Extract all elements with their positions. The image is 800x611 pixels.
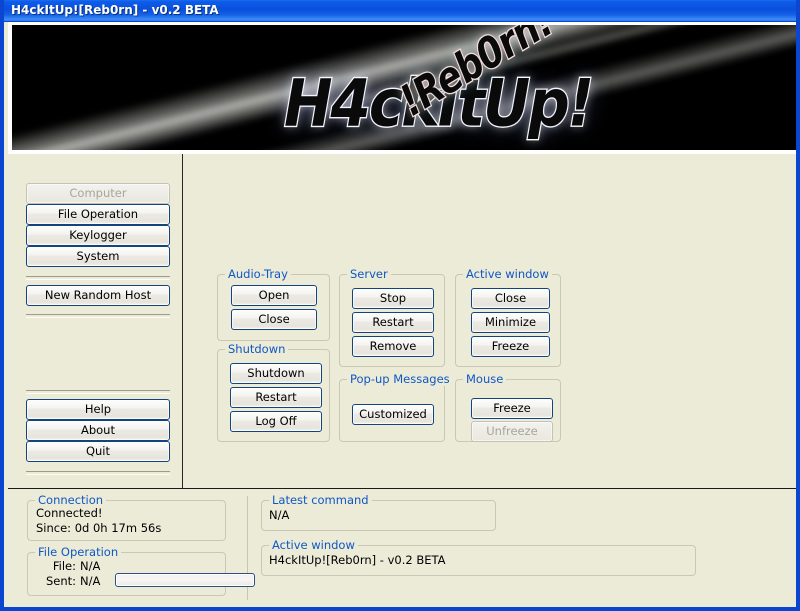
quit-button[interactable]: Quit bbox=[26, 441, 170, 462]
sidebar: Computer File Operation Keylogger System… bbox=[8, 154, 182, 488]
mouse-unfreeze-button[interactable]: Unfreeze bbox=[471, 421, 553, 442]
shutdown-restart-button[interactable]: Restart bbox=[230, 387, 322, 408]
server-remove-button[interactable]: Remove bbox=[352, 336, 434, 357]
group-audio-tray: Audio-Tray Open Close bbox=[217, 274, 330, 341]
sidebar-item-file-operation[interactable]: File Operation bbox=[26, 204, 170, 225]
server-stop-button[interactable]: Stop bbox=[352, 288, 434, 309]
popup-customized-button[interactable]: Customized bbox=[352, 404, 434, 425]
mouse-freeze-button[interactable]: Freeze bbox=[471, 398, 553, 419]
sidebar-separator-bottom bbox=[26, 471, 170, 475]
connection-since: Since: 0d 0h 17m 56s bbox=[36, 521, 161, 535]
audio-tray-open-button[interactable]: Open bbox=[231, 285, 317, 306]
group-status-active-window-legend: Active window bbox=[269, 538, 358, 552]
status-active-window-value: H4ckItUp![Reb0rn] - v0.2 BETA bbox=[269, 553, 446, 567]
sent-label: Sent: bbox=[34, 574, 76, 588]
help-button[interactable]: Help bbox=[26, 399, 170, 420]
group-active-window-legend: Active window bbox=[463, 267, 552, 281]
group-shutdown: Shutdown Shutdown Restart Log Off bbox=[217, 349, 330, 442]
latest-command-value: N/A bbox=[269, 508, 289, 522]
active-window-minimize-button[interactable]: Minimize bbox=[471, 312, 550, 333]
group-connection: Connection Connected! Since: 0d 0h 17m 5… bbox=[27, 500, 226, 541]
sidebar-item-computer[interactable]: Computer bbox=[26, 183, 170, 204]
log-off-button[interactable]: Log Off bbox=[230, 411, 322, 432]
group-status-active-window: Active window H4ckItUp![Reb0rn] - v0.2 B… bbox=[261, 545, 696, 576]
shutdown-button[interactable]: Shutdown bbox=[230, 363, 322, 384]
group-audio-tray-legend: Audio-Tray bbox=[225, 267, 291, 281]
active-window-freeze-button[interactable]: Freeze bbox=[471, 336, 550, 357]
sidebar-separator-top bbox=[26, 276, 170, 280]
connection-state: Connected! bbox=[36, 506, 103, 520]
group-active-window: Active window Close Minimize Freeze bbox=[455, 274, 561, 367]
file-transfer-progress-bar bbox=[115, 573, 255, 587]
group-mouse-legend: Mouse bbox=[463, 372, 506, 386]
main-content: Computer File Operation Keylogger System… bbox=[8, 154, 800, 488]
group-popup-messages-legend: Pop-up Messages bbox=[347, 372, 453, 386]
server-restart-button[interactable]: Restart bbox=[352, 312, 434, 333]
group-file-operation: File Operation File: N/A Sent: N/A bbox=[27, 552, 226, 596]
banner-logo: H4ckItUp! !Reb0rn! bbox=[12, 25, 796, 150]
title-bar[interactable]: H4ckItUp![Reb0rn] - v0.2 BETA bbox=[4, 0, 800, 22]
group-server-legend: Server bbox=[347, 267, 391, 281]
group-mouse: Mouse Freeze Unfreeze bbox=[455, 379, 561, 442]
about-button[interactable]: About bbox=[26, 420, 170, 441]
vertical-divider bbox=[182, 154, 183, 488]
new-random-host-button[interactable]: New Random Host bbox=[26, 285, 170, 306]
group-popup-messages: Pop-up Messages Customized bbox=[339, 379, 445, 442]
group-file-operation-legend: File Operation bbox=[35, 545, 121, 559]
file-value: N/A bbox=[80, 559, 100, 573]
sidebar-item-keylogger[interactable]: Keylogger bbox=[26, 225, 170, 246]
sidebar-separator-mid bbox=[26, 314, 170, 318]
active-window-close-button[interactable]: Close bbox=[471, 288, 550, 309]
sidebar-item-system[interactable]: System bbox=[26, 246, 170, 267]
application-window: H4ckItUp![Reb0rn] - v0.2 BETA H4ckItUp! … bbox=[0, 0, 800, 611]
group-latest-command: Latest command N/A bbox=[261, 500, 496, 531]
sent-value: N/A bbox=[80, 574, 100, 588]
group-shutdown-legend: Shutdown bbox=[225, 342, 288, 356]
window-title: H4ckItUp![Reb0rn] - v0.2 BETA bbox=[11, 3, 219, 17]
file-label: File: bbox=[34, 559, 76, 573]
audio-tray-close-button[interactable]: Close bbox=[231, 309, 317, 330]
banner: H4ckItUp! !Reb0rn! bbox=[8, 22, 800, 154]
status-bar: Connection Connected! Since: 0d 0h 17m 5… bbox=[8, 489, 800, 607]
sidebar-separator-help-top bbox=[26, 390, 170, 394]
group-connection-legend: Connection bbox=[35, 493, 106, 507]
group-latest-command-legend: Latest command bbox=[269, 493, 372, 507]
group-server: Server Stop Restart Remove bbox=[339, 274, 445, 367]
banner-image: H4ckItUp! !Reb0rn! bbox=[12, 25, 796, 150]
